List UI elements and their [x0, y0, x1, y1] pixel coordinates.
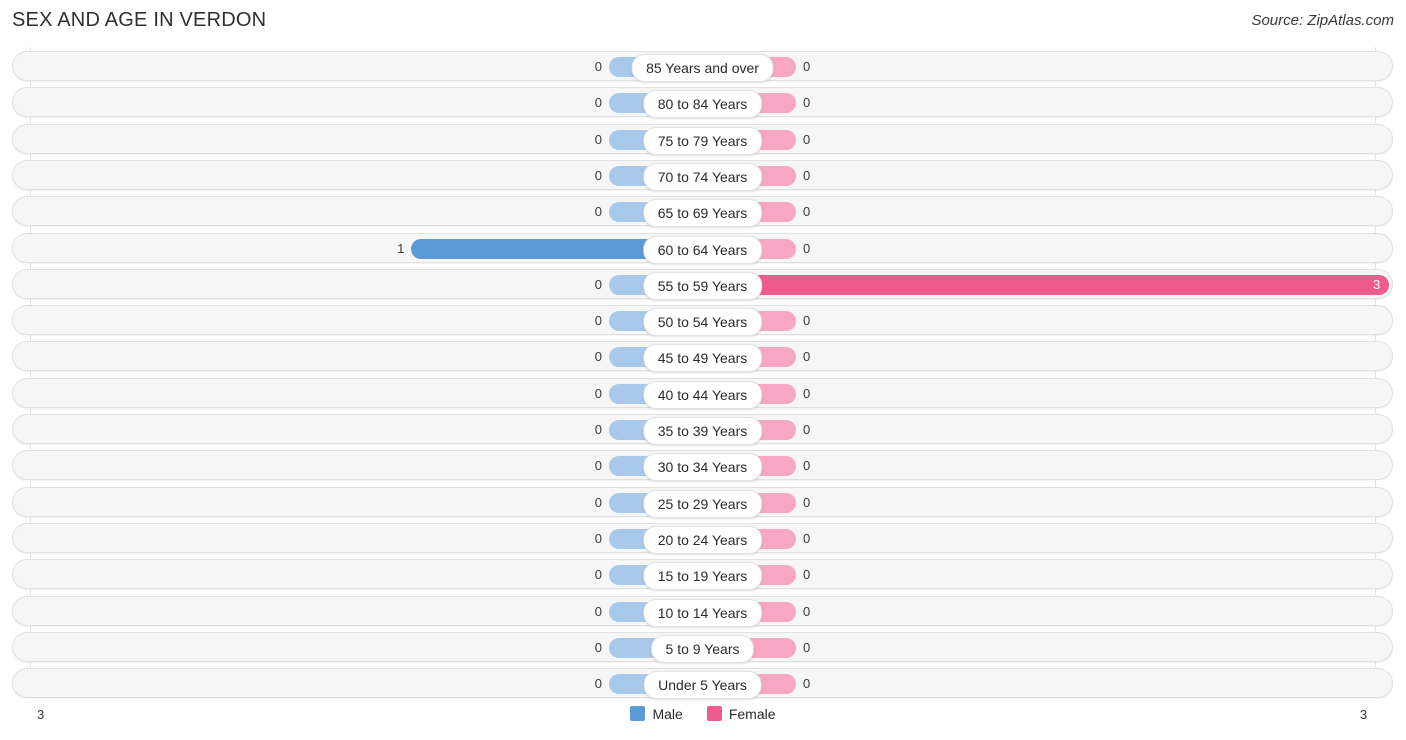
legend-item[interactable]: Male — [630, 705, 683, 723]
value-label-male: 0 — [594, 494, 602, 510]
age-group-row[interactable]: 0 0 30 to 34 Years — [12, 450, 1393, 482]
age-group-label: 70 to 74 Years — [642, 162, 763, 191]
age-group-row[interactable]: 0 0 70 to 74 Years — [12, 159, 1393, 191]
legend-item[interactable]: Female — [706, 705, 776, 723]
age-group-label: 35 to 39 Years — [642, 417, 763, 445]
chart-header: SEX AND AGE IN VERDON Source: ZipAtlas.c… — [0, 0, 1406, 46]
population-pyramid-plot: 0 0 85 Years and over 0 0 80 to 84 Years 0 0 75 … — [0, 47, 1406, 700]
age-group-label: 30 to 34 Years — [642, 453, 763, 482]
age-group-label: 60 to 64 Years — [642, 235, 763, 264]
legend-swatch-icon — [630, 706, 646, 721]
bar-female[interactable] — [716, 274, 1389, 295]
value-label-male: 0 — [594, 313, 602, 329]
age-group-row[interactable]: 0 0 75 to 79 Years — [12, 123, 1393, 155]
source-attribution: Source: ZipAtlas.com — [1251, 12, 1394, 29]
age-group-row[interactable]: 0 0 40 to 44 Years — [12, 377, 1393, 409]
value-label-male: 0 — [594, 676, 602, 692]
age-group-row[interactable]: 0 3 55 to 59 Years — [12, 268, 1393, 300]
value-label-male: 1 — [397, 240, 405, 256]
value-label-male: 0 — [594, 639, 602, 655]
page-title: SEX AND AGE IN VERDON — [12, 9, 267, 31]
value-label-male: 0 — [594, 131, 602, 147]
value-label-female: 0 — [803, 167, 811, 183]
age-group-row[interactable]: 0 0 20 to 24 Years — [12, 522, 1393, 554]
value-label-male: 0 — [594, 458, 602, 474]
value-label-female: 0 — [803, 567, 811, 583]
value-label-female: 0 — [803, 603, 811, 619]
value-label-female: 0 — [803, 204, 811, 220]
age-group-label: 45 to 49 Years — [642, 344, 763, 373]
value-label-female: 0 — [803, 313, 811, 329]
value-label-male: 0 — [594, 95, 602, 111]
value-label-female: 0 — [803, 639, 811, 655]
value-label-male: 0 — [594, 603, 602, 619]
age-group-row[interactable]: 0 0 85 Years and over — [12, 51, 1393, 82]
age-group-label: Under 5 Years — [643, 671, 762, 700]
value-label-female: 0 — [803, 349, 811, 365]
age-group-label: 40 to 44 Years — [642, 380, 763, 409]
value-label-female: 0 — [803, 676, 811, 692]
age-group-label: 20 to 24 Years — [642, 525, 763, 554]
age-group-label: 10 to 14 Years — [642, 598, 763, 627]
age-group-label: 5 to 9 Years — [650, 634, 755, 663]
age-group-label: 15 to 19 Years — [642, 562, 763, 591]
age-group-label: 85 Years and over — [631, 54, 774, 82]
age-group-label: 80 to 84 Years — [642, 90, 763, 119]
value-label-male: 0 — [594, 167, 602, 183]
value-label-female: 0 — [803, 458, 811, 474]
value-label-male: 0 — [594, 385, 602, 401]
chart-legend: Male Female — [0, 705, 1406, 723]
value-label-male: 0 — [594, 530, 602, 546]
value-label-female: 0 — [803, 385, 811, 401]
age-group-row[interactable]: 0 0 Under 5 Years — [12, 668, 1393, 700]
age-group-row[interactable]: 0 0 35 to 39 Years — [12, 414, 1393, 445]
value-label-male: 0 — [594, 59, 602, 74]
age-group-row[interactable]: 0 0 25 to 29 Years — [12, 486, 1393, 518]
value-label-female: 0 — [803, 494, 811, 510]
age-group-row[interactable]: 1 0 60 to 64 Years — [12, 232, 1393, 264]
age-group-label: 55 to 59 Years — [642, 271, 763, 300]
value-label-male: 0 — [594, 276, 602, 292]
legend-item-label: Male — [652, 706, 683, 722]
age-group-label: 75 to 79 Years — [642, 126, 763, 155]
value-label-female: 0 — [803, 530, 811, 546]
value-label-female: 0 — [803, 240, 811, 256]
age-group-row[interactable]: 0 0 80 to 84 Years — [12, 87, 1393, 119]
chart-footer: 3 3 Male Female — [0, 697, 1406, 740]
value-label-male: 0 — [594, 349, 602, 365]
age-group-row[interactable]: 0 0 50 to 54 Years — [12, 305, 1393, 337]
age-group-label: 25 to 29 Years — [642, 489, 763, 518]
value-label-female: 0 — [803, 422, 811, 437]
legend-swatch-icon — [706, 706, 722, 721]
value-label-female: 0 — [803, 131, 811, 147]
legend-item-label: Female — [728, 706, 776, 722]
age-group-row[interactable]: 0 0 10 to 14 Years — [12, 595, 1393, 627]
age-group-row[interactable]: 0 0 45 to 49 Years — [12, 341, 1393, 373]
value-label-female: 3 — [1373, 276, 1381, 292]
age-group-label: 65 to 69 Years — [642, 199, 763, 228]
age-group-row[interactable]: 0 0 65 to 69 Years — [12, 196, 1393, 228]
age-group-label: 50 to 54 Years — [642, 308, 763, 337]
value-label-female: 0 — [803, 95, 811, 111]
value-label-male: 0 — [594, 567, 602, 583]
value-label-male: 0 — [594, 204, 602, 220]
age-group-row[interactable]: 0 0 5 to 9 Years — [12, 631, 1393, 663]
value-label-male: 0 — [594, 422, 602, 437]
value-label-female: 0 — [803, 59, 811, 74]
age-group-row[interactable]: 0 0 15 to 19 Years — [12, 559, 1393, 591]
